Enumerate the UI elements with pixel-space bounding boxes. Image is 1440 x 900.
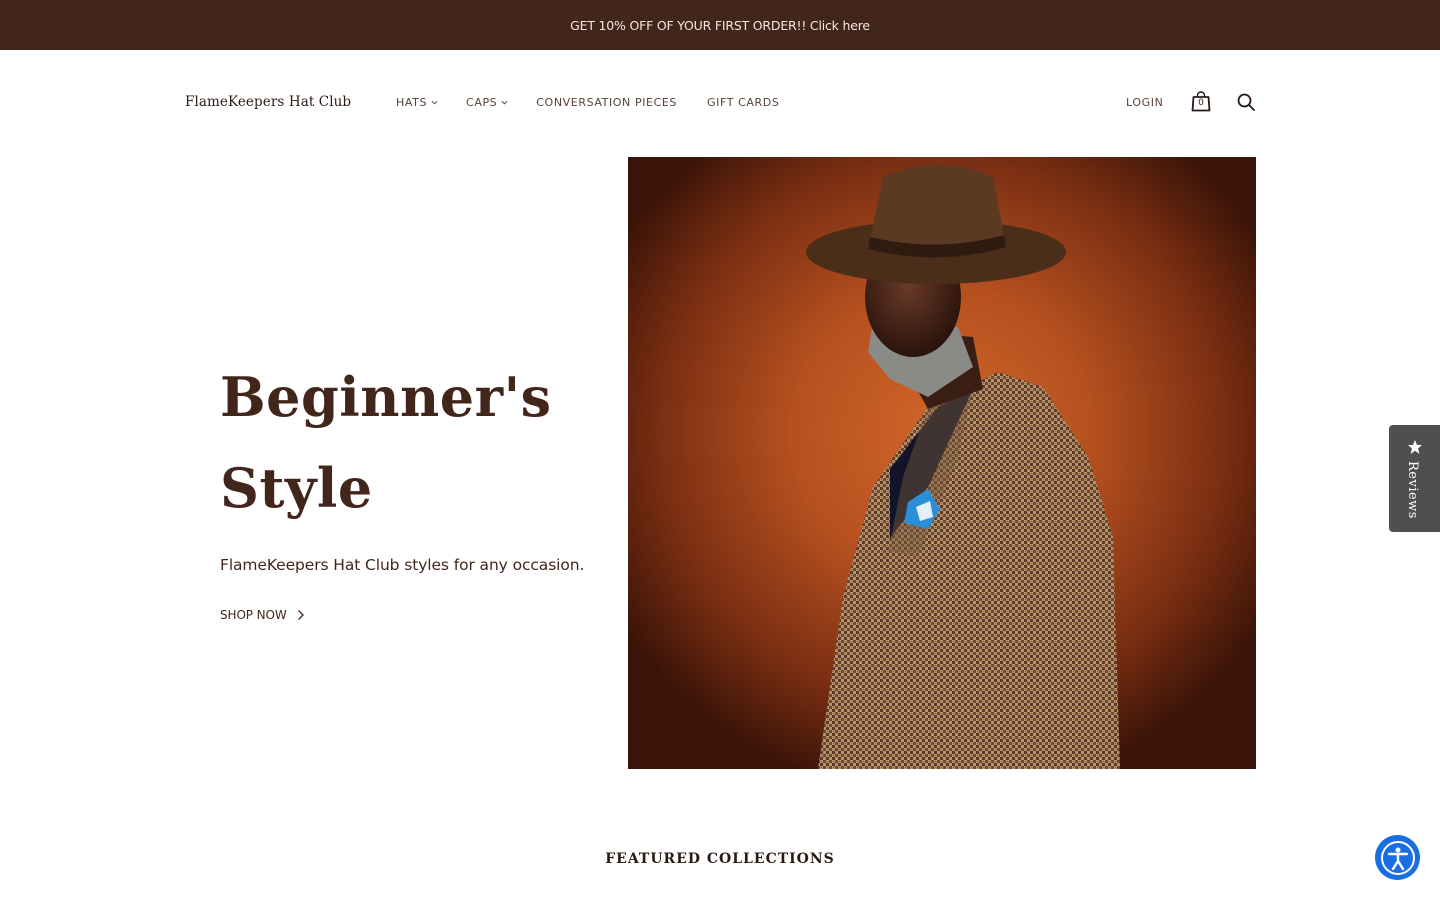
- nav-item-label: CAPS: [466, 96, 498, 109]
- chevron-right-icon: [297, 610, 304, 620]
- nav-item-conversation-pieces[interactable]: CONVERSATION PIECES: [536, 96, 677, 109]
- main-nav: HATS CAPS CONVERSATION PIECES GIFT CARDS: [396, 96, 809, 109]
- hero-title-line-1: Beginner's: [220, 365, 552, 429]
- hero-image: [628, 157, 1256, 769]
- shop-now-button[interactable]: SHOP NOW: [220, 608, 305, 622]
- hero-text-block: Beginner's Style: [220, 352, 620, 534]
- nav-item-label: GIFT CARDS: [707, 96, 780, 109]
- nav-item-hats[interactable]: HATS: [396, 96, 438, 109]
- nav-item-gift-cards[interactable]: GIFT CARDS: [707, 96, 779, 109]
- featured-collections-title: FEATURED COLLECTIONS: [605, 851, 835, 867]
- site-header: FlameKeepers Hat Club HATS CAPS CONVERSA…: [0, 50, 1440, 157]
- shop-now-label: SHOP NOW: [220, 608, 287, 622]
- hero-title-line-2: Style: [220, 456, 373, 520]
- chevron-down-icon: [431, 100, 438, 105]
- cart-button[interactable]: 0: [1190, 90, 1212, 112]
- chevron-down-icon: [501, 100, 508, 105]
- announcement-bar[interactable]: GET 10% OFF OF YOUR FIRST ORDER!! Click …: [0, 0, 1440, 50]
- hero-portrait-illustration: [806, 164, 1120, 769]
- reviews-side-tab[interactable]: Reviews: [1389, 425, 1440, 532]
- announcement-text[interactable]: GET 10% OFF OF YOUR FIRST ORDER!! Click …: [570, 18, 870, 33]
- nav-item-label: HATS: [396, 96, 428, 109]
- reviews-label: Reviews: [1405, 461, 1420, 519]
- search-button[interactable]: [1236, 92, 1256, 112]
- search-icon: [1237, 93, 1255, 111]
- login-link[interactable]: LOGIN: [1126, 96, 1163, 109]
- star-icon: [1408, 440, 1422, 454]
- accessibility-button[interactable]: [1375, 835, 1420, 880]
- accessibility-icon: [1380, 840, 1415, 875]
- nav-item-label: CONVERSATION PIECES: [536, 96, 678, 109]
- cart-count: 0: [1198, 98, 1204, 108]
- hero-title: Beginner's Style: [220, 352, 620, 534]
- hero-subtitle: FlameKeepers Hat Club styles for any occ…: [220, 556, 585, 574]
- site-logo[interactable]: FlameKeepers Hat Club: [185, 94, 351, 110]
- nav-item-caps[interactable]: CAPS: [466, 96, 508, 109]
